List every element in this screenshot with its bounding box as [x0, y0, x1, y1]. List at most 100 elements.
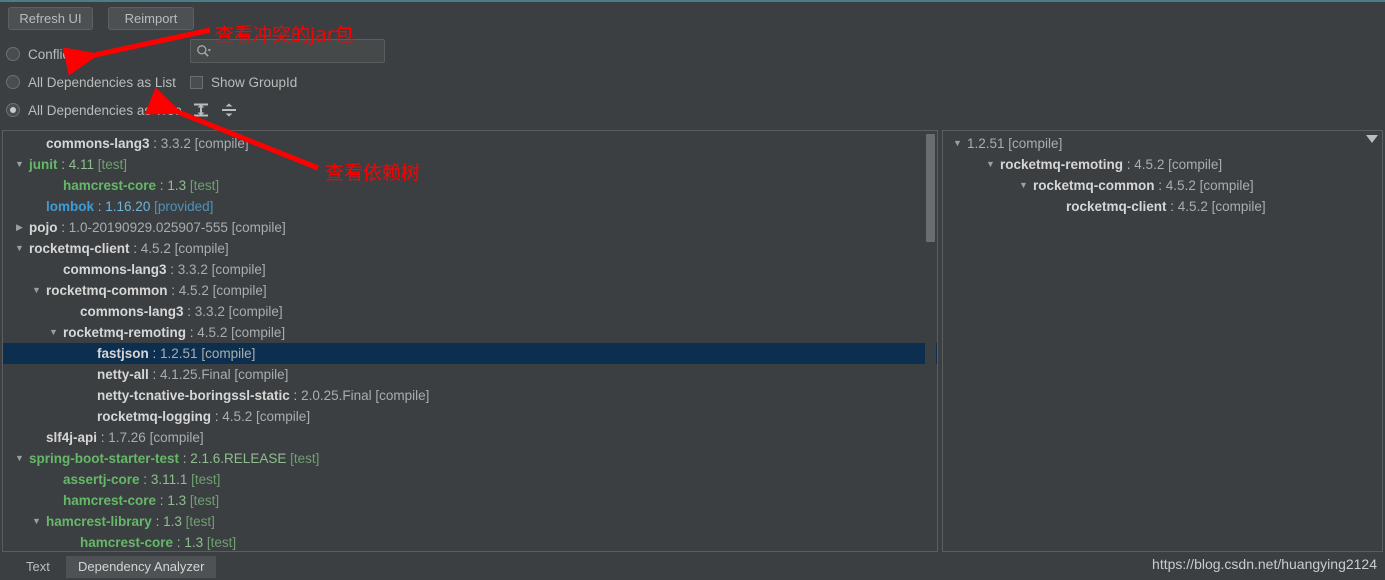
- reimport-button[interactable]: Reimport: [108, 7, 194, 30]
- artifact-id: slf4j-api: [46, 430, 97, 445]
- tab-text[interactable]: Text: [14, 556, 62, 578]
- separator: :: [152, 514, 163, 529]
- tree-expand-arrow-icon[interactable]: ▼: [952, 133, 963, 154]
- tree-expand-arrow-icon[interactable]: ▼: [14, 154, 25, 175]
- tree-row[interactable]: commons-lang3 : 3.3.2 [compile]: [3, 133, 937, 154]
- refresh-ui-button[interactable]: Refresh UI: [8, 7, 93, 30]
- artifact-scope: [test]: [182, 514, 215, 529]
- expand-all-icon[interactable]: [192, 102, 210, 118]
- artifact-id: rocketmq-common: [1033, 178, 1155, 193]
- search-box[interactable]: [190, 39, 385, 63]
- artifact-id: pojo: [29, 220, 58, 235]
- tree-row-label: rocketmq-remoting : 4.5.2 [compile]: [63, 322, 285, 343]
- tree-row[interactable]: hamcrest-core : 1.3 [test]: [3, 175, 937, 196]
- tree-row-label: netty-tcnative-boringssl-static : 2.0.25…: [97, 385, 429, 406]
- tree-row[interactable]: ▼spring-boot-starter-test : 2.1.6.RELEAS…: [3, 448, 937, 469]
- artifact-version: 4.1.25.Final: [160, 367, 231, 382]
- tree-row[interactable]: ▼hamcrest-library : 1.3 [test]: [3, 511, 937, 532]
- artifact-id: fastjson: [97, 346, 149, 361]
- scroll-down-arrow-icon[interactable]: [1366, 135, 1378, 143]
- tree-row[interactable]: rocketmq-logging : 4.5.2 [compile]: [3, 406, 937, 427]
- artifact-version: 1.2.51: [967, 136, 1005, 151]
- tree-row[interactable]: lombok : 1.16.20 [provided]: [3, 196, 937, 217]
- artifact-id: commons-lang3: [80, 304, 184, 319]
- separator: :: [173, 535, 184, 550]
- tree-row[interactable]: netty-tcnative-boringssl-static : 2.0.25…: [3, 385, 937, 406]
- separator: :: [58, 220, 69, 235]
- radio-all-dependencies-as-list[interactable]: All Dependencies as List: [6, 72, 176, 92]
- tree-row-label: hamcrest-core : 1.3 [test]: [63, 175, 219, 196]
- artifact-scope: [compile]: [1164, 157, 1222, 172]
- search-input[interactable]: [215, 42, 379, 62]
- radio-all-list-label: All Dependencies as List: [28, 75, 176, 90]
- tree-row[interactable]: rocketmq-client : 4.5.2 [compile]: [943, 196, 1382, 217]
- tree-row-label: netty-all : 4.1.25.Final [compile]: [97, 364, 288, 385]
- artifact-scope: [compile]: [198, 346, 256, 361]
- left-vertical-scrollbar[interactable]: [925, 132, 936, 552]
- artifact-id: junit: [29, 157, 58, 172]
- reverse-dependency-tree[interactable]: ▼ 1.2.51 [compile]▼rocketmq-remoting : 4.…: [943, 131, 1382, 217]
- tree-row[interactable]: netty-all : 4.1.25.Final [compile]: [3, 364, 937, 385]
- artifact-scope: [compile]: [171, 241, 229, 256]
- tree-row[interactable]: ▶pojo : 1.0-20190929.025907-555 [compile…: [3, 217, 937, 238]
- toolbar: Refresh UI Reimport Conflicts All Depend…: [0, 2, 1385, 128]
- separator: :: [168, 283, 179, 298]
- tree-row-label: rocketmq-logging : 4.5.2 [compile]: [97, 406, 310, 427]
- tree-row[interactable]: ▼junit : 4.11 [test]: [3, 154, 937, 175]
- checkbox-show-groupid[interactable]: Show GroupId: [190, 72, 297, 92]
- collapse-all-icon[interactable]: [220, 102, 238, 118]
- artifact-version: 4.5.2: [1166, 178, 1196, 193]
- tree-row[interactable]: ▼rocketmq-common : 4.5.2 [compile]: [3, 280, 937, 301]
- tab-dependency-analyzer[interactable]: Dependency Analyzer: [66, 556, 216, 578]
- tree-row[interactable]: hamcrest-core : 1.3 [test]: [3, 490, 937, 511]
- separator: :: [290, 388, 301, 403]
- separator: :: [130, 241, 141, 256]
- tree-expand-arrow-icon[interactable]: ▼: [985, 154, 996, 175]
- tree-row[interactable]: commons-lang3 : 3.3.2 [compile]: [3, 301, 937, 322]
- artifact-id: netty-all: [97, 367, 149, 382]
- tree-row[interactable]: ▼rocketmq-client : 4.5.2 [compile]: [3, 238, 937, 259]
- artifact-id: rocketmq-client: [29, 241, 130, 256]
- artifact-version: 1.16.20: [105, 199, 150, 214]
- reverse-dependency-panel[interactable]: ▼ 1.2.51 [compile]▼rocketmq-remoting : 4.…: [942, 130, 1383, 552]
- artifact-scope: [test]: [203, 535, 236, 550]
- tree-row[interactable]: assertj-core : 3.11.1 [test]: [3, 469, 937, 490]
- tree-row[interactable]: commons-lang3 : 3.3.2 [compile]: [3, 259, 937, 280]
- tree-expand-arrow-icon[interactable]: ▼: [31, 511, 42, 532]
- separator: :: [156, 493, 167, 508]
- tree-row-label: spring-boot-starter-test : 2.1.6.RELEASE…: [29, 448, 319, 469]
- tree-expand-arrow-icon[interactable]: ▼: [14, 448, 25, 469]
- tree-row-label: hamcrest-core : 1.3 [test]: [80, 532, 236, 552]
- radio-all-dependencies-as-tree[interactable]: All Dependencies as Tree: [6, 100, 182, 120]
- tree-expand-arrow-icon[interactable]: ▼: [1018, 175, 1029, 196]
- tree-row[interactable]: ▼rocketmq-remoting : 4.5.2 [compile]: [3, 322, 937, 343]
- artifact-version: 1.0-20190929.025907-555: [69, 220, 228, 235]
- dependency-tree-panel[interactable]: commons-lang3 : 3.3.2 [compile]▼junit : …: [2, 130, 938, 552]
- dependency-tree[interactable]: commons-lang3 : 3.3.2 [compile]▼junit : …: [3, 131, 937, 552]
- artifact-scope: [test]: [286, 451, 319, 466]
- tree-collapse-arrow-icon[interactable]: ▶: [14, 217, 25, 238]
- scrollbar-thumb[interactable]: [926, 134, 935, 242]
- tree-row[interactable]: ▼1.2.51 [compile]: [943, 133, 1382, 154]
- artifact-id: assertj-core: [63, 472, 140, 487]
- radio-conflicts[interactable]: Conflicts: [6, 44, 80, 64]
- tree-row[interactable]: fastjson : 1.2.51 [compile]: [3, 343, 937, 364]
- artifact-scope: [compile]: [208, 262, 266, 277]
- artifact-id: hamcrest-core: [63, 178, 156, 193]
- artifact-scope: [test]: [186, 493, 219, 508]
- tree-row[interactable]: hamcrest-core : 1.3 [test]: [3, 532, 937, 552]
- artifact-id: rocketmq-client: [1066, 199, 1167, 214]
- artifact-id: netty-tcnative-boringssl-static: [97, 388, 290, 403]
- tree-row[interactable]: slf4j-api : 1.7.26 [compile]: [3, 427, 937, 448]
- artifact-id: rocketmq-logging: [97, 409, 211, 424]
- separator: :: [1167, 199, 1178, 214]
- tree-expand-arrow-icon[interactable]: ▼: [14, 238, 25, 259]
- tree-expand-arrow-icon[interactable]: ▼: [31, 280, 42, 301]
- tree-row[interactable]: ▼rocketmq-remoting : 4.5.2 [compile]: [943, 154, 1382, 175]
- tree-row[interactable]: ▼rocketmq-common : 4.5.2 [compile]: [943, 175, 1382, 196]
- tree-expand-arrow-icon[interactable]: ▼: [48, 322, 59, 343]
- tree-row-label: slf4j-api : 1.7.26 [compile]: [46, 427, 204, 448]
- artifact-version: 3.3.2: [161, 136, 191, 151]
- artifact-scope: [test]: [94, 157, 127, 172]
- tree-row-label: rocketmq-client : 4.5.2 [compile]: [29, 238, 229, 259]
